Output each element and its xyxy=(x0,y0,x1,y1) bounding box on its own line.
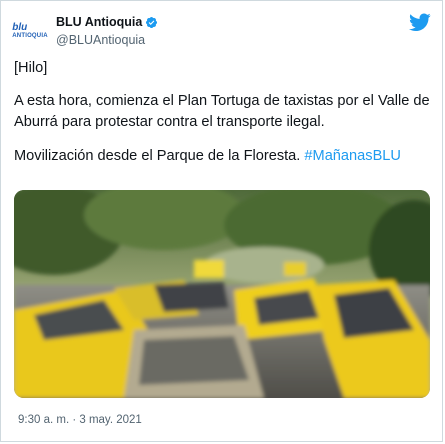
twitter-bird-icon[interactable] xyxy=(409,11,431,33)
avatar[interactable]: blu ANTIOQUIA xyxy=(12,13,48,49)
tweet-paragraph-2: A esta hora, comienza el Plan Tortuga de… xyxy=(14,93,430,130)
tweet-paragraph-3: Movilización desde el Parque de la Flore… xyxy=(14,146,430,167)
tweet-media-image[interactable] xyxy=(14,190,430,398)
logo-text-bottom: ANTIOQUIA xyxy=(12,32,48,39)
display-name[interactable]: BLU Antioquia xyxy=(56,15,142,29)
author-names: BLU Antioquia @BLUAntioquia xyxy=(56,13,158,47)
tweet-paragraph-3-text: Movilización desde el Parque de la Flore… xyxy=(14,148,305,164)
tweet-card: blu ANTIOQUIA BLU Antioquia @BLUAntioqui… xyxy=(0,0,443,442)
tweet-timestamp[interactable]: 9:30 a. m. · 3 may. 2021 xyxy=(18,414,142,426)
author-name-row[interactable]: BLU Antioquia xyxy=(56,15,158,29)
handle[interactable]: @BLUAntioquia xyxy=(56,33,158,47)
taxi-protest-photo xyxy=(14,190,430,398)
logo-text-top: blu xyxy=(12,21,28,33)
tweet-text: [Hilo] A esta hora, comienza el Plan Tor… xyxy=(14,58,430,167)
hashtag-link[interactable]: #MañanasBLU xyxy=(304,148,401,164)
verified-badge-icon xyxy=(146,16,158,28)
tweet-paragraph-1: [Hilo] xyxy=(14,60,48,76)
tweet-header: blu ANTIOQUIA BLU Antioquia @BLUAntioqui… xyxy=(12,11,431,47)
